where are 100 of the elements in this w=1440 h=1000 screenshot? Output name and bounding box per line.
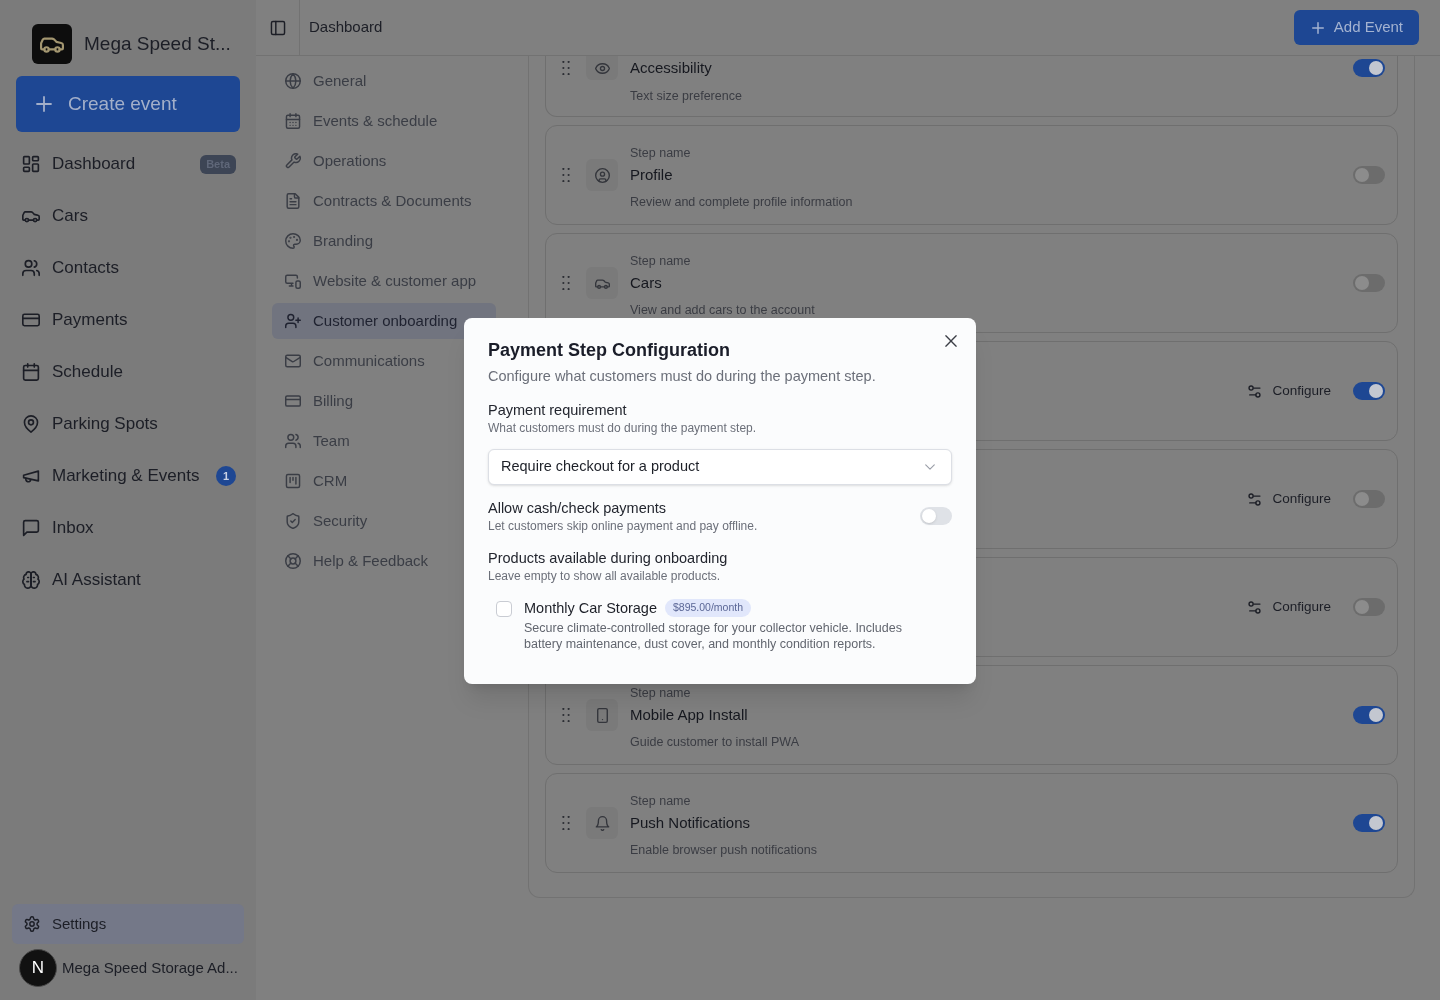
map-pin-icon	[22, 415, 40, 433]
credit-card-icon	[285, 393, 301, 409]
step-description: Text size preference	[630, 88, 742, 104]
toggle-switch[interactable]	[1353, 382, 1385, 400]
step-name: Profile	[630, 164, 673, 185]
drag-handle-icon[interactable]	[562, 61, 570, 75]
toggle-switch[interactable]	[1353, 706, 1385, 724]
settings-nav-item[interactable]: Customer onboarding	[272, 303, 496, 339]
settings-nav-item[interactable]: Operations	[272, 143, 496, 179]
plus-icon	[1311, 21, 1324, 34]
configure-button[interactable]: Configure	[1247, 488, 1331, 510]
nav-item[interactable]: Marketing & Events 1	[16, 456, 240, 496]
drag-handle-icon[interactable]	[562, 168, 570, 182]
round-letter-button[interactable]: N	[19, 949, 57, 987]
plus-icon	[36, 96, 52, 112]
nav-item[interactable]: Parking Spots	[16, 404, 240, 444]
step-label: Step name	[630, 793, 691, 809]
dialog-title: Payment Step Configuration	[488, 339, 730, 362]
settings-nav-item[interactable]: Events & schedule	[272, 103, 496, 139]
product-description: Secure climate-controlled storage for your collector vehicle. Includes battery maintenance, dust cover, and monthly condition reports.	[524, 620, 903, 652]
nav-item[interactable]: Inbox	[16, 508, 240, 548]
account-name: Mega Speed Storage Ad...	[62, 957, 238, 978]
add-event-button[interactable]: Add Event	[1293, 10, 1419, 45]
step-description: Guide customer to install PWA	[630, 735, 800, 749]
drag-handle-icon[interactable]	[562, 708, 570, 722]
settings-icon	[24, 916, 40, 932]
globe-icon	[285, 73, 301, 89]
toggle-switch[interactable]	[1353, 814, 1385, 832]
bell-icon	[586, 807, 618, 839]
document-icon	[285, 193, 301, 209]
settings-nav-item[interactable]: General	[272, 63, 496, 99]
sliders-icon	[1247, 599, 1263, 615]
brand-name: Mega Speed St...	[84, 31, 231, 56]
mail-icon	[285, 353, 301, 369]
field-help: Let customers skip online payment and pay offline.	[488, 518, 758, 534]
field-label: Allow cash/check payments	[488, 499, 667, 518]
lifebuoy-icon	[285, 553, 301, 569]
megaphone-icon	[22, 467, 40, 485]
drag-handle-icon[interactable]	[562, 816, 570, 830]
wrench-icon	[285, 153, 301, 169]
dialog-subtitle: Configure what customers must do during the payment step.	[488, 367, 876, 386]
step-name: Push Notifications	[630, 812, 751, 833]
palette-icon	[285, 233, 301, 249]
settings-nav-item[interactable]: Branding	[272, 223, 496, 259]
settings-nav-item[interactable]: Website & customer app	[272, 263, 496, 299]
step-name: Cars	[630, 272, 662, 293]
toggle-switch[interactable]	[1353, 598, 1385, 616]
configure-button[interactable]: Configure	[1247, 380, 1331, 402]
nav-item[interactable]: Cars	[16, 196, 240, 236]
step-name: Accessibility	[630, 57, 712, 78]
step-label: Step name	[630, 145, 691, 161]
calendar-icon	[285, 113, 301, 129]
toggle-switch[interactable]	[1353, 274, 1385, 292]
nav-item[interactable]: Contacts	[16, 248, 240, 288]
smartphone-icon	[586, 699, 618, 731]
chevron-down-icon	[925, 464, 935, 470]
sliders-icon	[1247, 491, 1263, 507]
field-help: What customers must do during the payment step.	[488, 420, 757, 436]
shield-check-icon	[285, 513, 301, 529]
price-badge: $895.00/month	[665, 599, 752, 617]
nav-item[interactable]: AI Assistant	[16, 560, 240, 600]
dashboard-grid-icon	[22, 155, 40, 173]
field-help: Leave empty to show all available products.	[488, 568, 721, 584]
toggle-switch[interactable]	[1353, 166, 1385, 184]
toggle-switch[interactable]	[1353, 59, 1385, 77]
configure-button[interactable]: Configure	[1247, 596, 1331, 618]
toggle-switch[interactable]	[1353, 490, 1385, 508]
step-description: Enable browser push notifications	[630, 843, 817, 857]
close-icon	[945, 335, 957, 347]
brain-icon	[22, 571, 40, 589]
create-event-button[interactable]: Create event	[16, 76, 240, 132]
settings-nav-item[interactable]: Contracts & Documents	[272, 183, 496, 219]
kanban-board-icon	[285, 473, 301, 489]
user-plus-icon	[285, 313, 301, 329]
people-icon	[22, 259, 40, 277]
toggle-switch[interactable]	[920, 507, 952, 525]
chat-bubble-icon	[22, 519, 40, 537]
people-icon	[285, 433, 301, 449]
step-label: Step name	[630, 685, 691, 701]
sliders-icon	[1247, 383, 1263, 399]
step-name: Mobile App Install	[630, 704, 748, 725]
settings-nav-item[interactable]: Settings	[12, 904, 244, 944]
count-badge: 1	[216, 466, 236, 486]
breadcrumb-link[interactable]: Dashboard	[309, 16, 383, 39]
nav-item[interactable]: Payments	[16, 300, 240, 340]
car-icon	[586, 267, 618, 299]
checkbox[interactable]	[496, 601, 512, 617]
step-label: Step name	[630, 253, 691, 269]
calendar-icon	[22, 363, 40, 381]
drag-handle-icon[interactable]	[562, 276, 570, 290]
step-description: Review and complete profile information	[630, 195, 853, 209]
step-description: View and add cars to the account	[630, 303, 815, 317]
panel-left-icon	[269, 19, 286, 36]
monitor-phone-icon	[285, 273, 301, 289]
field-label: Products available during onboarding	[488, 549, 728, 568]
field-label: Payment requirement	[488, 401, 627, 420]
nav-item[interactable]: Schedule	[16, 352, 240, 392]
credit-card-icon	[22, 311, 40, 329]
payment-requirement-select[interactable]: Require checkout for a product	[488, 449, 952, 485]
car-logo-icon	[32, 24, 72, 64]
